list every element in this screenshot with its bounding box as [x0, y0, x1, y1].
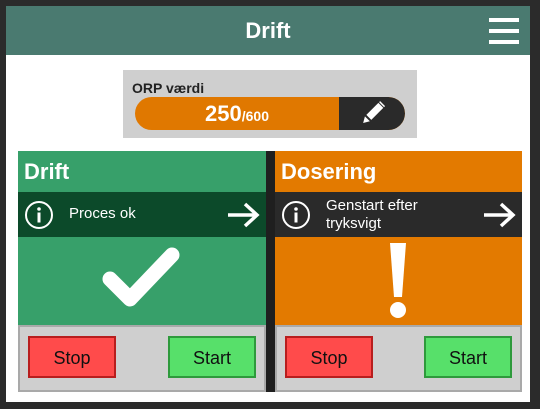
status-bar[interactable]: Genstart efter tryksvigt	[275, 192, 522, 237]
arrow-right-icon	[228, 202, 260, 228]
orp-widget: ORP værdi 250/600	[123, 70, 417, 138]
stop-button[interactable]: Stop	[28, 336, 116, 378]
orp-value: 250	[205, 101, 242, 126]
button-area: Stop Start	[18, 325, 266, 392]
status-text: Proces ok	[69, 205, 136, 222]
info-icon	[282, 201, 310, 229]
panel-dosering: Dosering Genstart efter tryksvigt Stop S…	[275, 151, 522, 392]
page-title: Drift	[245, 18, 291, 43]
orp-label: ORP værdi	[132, 80, 205, 96]
status-text: Genstart efter tryksvigt	[326, 197, 418, 232]
button-area: Stop Start	[275, 325, 522, 392]
divider	[266, 151, 275, 392]
start-button[interactable]: Start	[168, 336, 256, 378]
start-button[interactable]: Start	[424, 336, 512, 378]
arrow-right-icon	[484, 202, 516, 228]
orp-max: /600	[241, 108, 269, 124]
status-graphic	[275, 237, 522, 325]
orp-value-bar[interactable]: 250/600	[135, 97, 405, 130]
stop-button[interactable]: Stop	[285, 336, 373, 378]
screen: Drift ORP værdi 250/600 Drift Proces ok …	[6, 6, 530, 402]
exclamation-icon	[390, 243, 406, 318]
checkmark-icon	[102, 247, 180, 307]
status-graphic	[18, 237, 266, 325]
header-bar: Drift	[6, 6, 530, 55]
orp-value-display: 250/600	[135, 97, 339, 130]
panel-title: Drift	[24, 159, 70, 184]
panel-drift: Drift Proces ok Stop Start	[18, 151, 266, 392]
info-icon	[25, 201, 53, 229]
panel-title: Dosering	[281, 159, 377, 184]
pencil-icon	[363, 101, 386, 124]
edit-button[interactable]	[339, 97, 405, 130]
app-frame: Drift ORP værdi 250/600 Drift Proces ok …	[0, 0, 540, 409]
hamburger-menu-icon[interactable]	[489, 18, 519, 44]
status-bar[interactable]: Proces ok	[18, 192, 266, 237]
